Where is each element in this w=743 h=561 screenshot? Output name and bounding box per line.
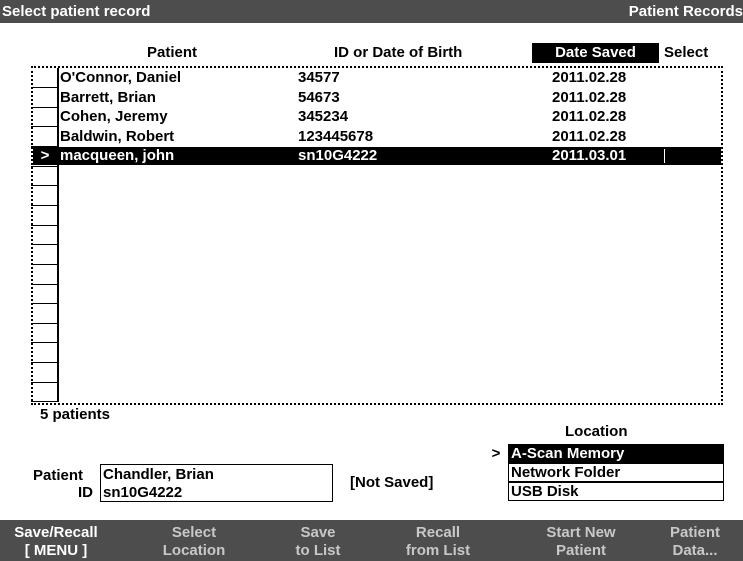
table-row[interactable]: O'Connor, Daniel 34577 2011.02.28 [33, 69, 721, 87]
softkey-label-line1: Start New [546, 524, 616, 541]
screen-title: Select patient record [2, 3, 151, 20]
table-row[interactable]: Barrett, Brian 54673 2011.02.28 [33, 89, 721, 107]
softkey-label-line1: Save/Recall [14, 524, 98, 541]
location-option-label: A-Scan Memory [508, 444, 724, 463]
table-row[interactable]: > macqueen, john sn10G4222 2011.03.01 [33, 147, 721, 166]
softkey-label-line2: Data... [672, 542, 718, 559]
current-patient-id: sn10G4222 [103, 484, 183, 501]
marker-cell [31, 382, 57, 403]
screen-section-title: Patient Records [628, 3, 743, 20]
marker-cell [31, 323, 57, 344]
softkey-3[interactable]: Save to List [273, 524, 363, 560]
location-option-label: Network Folder [508, 463, 724, 482]
softkey-label-line2: Patient [555, 542, 606, 559]
date-saved: 2011.02.28 [552, 127, 627, 145]
column-header-date-saved[interactable]: Date Saved [532, 43, 659, 63]
location-option[interactable]: Network Folder [486, 463, 724, 482]
location-option[interactable]: > A-Scan Memory [486, 444, 724, 463]
current-patient-field[interactable]: Chandler, Brian sn10G4222 [100, 464, 333, 502]
patient-name: Barrett, Brian [60, 88, 156, 106]
patient-id: 54673 [298, 88, 340, 106]
column-header-patient[interactable]: Patient [147, 43, 197, 63]
marker-cell [31, 206, 57, 226]
marker-cell [31, 265, 57, 285]
column-header-id[interactable]: ID or Date of Birth [334, 43, 462, 63]
location-marker: > [491, 445, 501, 462]
patient-id: 123445678 [298, 127, 374, 145]
column-header-select[interactable]: Select [664, 43, 708, 63]
id-field-label: ID [78, 484, 93, 501]
location-marker [486, 482, 506, 501]
patient-field-label: Patient [33, 467, 84, 484]
patient-name: Baldwin, Robert [60, 127, 175, 145]
patient-name: Cohen, Jeremy [60, 108, 168, 126]
date-saved: 2011.02.28 [552, 69, 627, 86]
location-selector[interactable]: > A-Scan Memory Network Folder USB Disk [486, 444, 724, 501]
patient-id: 34577 [298, 69, 340, 86]
softkey-label-line2: [ MENU ] [24, 542, 88, 559]
location-label: Location [565, 423, 628, 440]
marker-cell [31, 304, 57, 324]
softkey-5[interactable]: Start New Patient [521, 524, 641, 560]
date-saved: 2011.02.28 [552, 88, 627, 106]
save-status: [Not Saved] [350, 474, 434, 491]
marker-cell [31, 186, 57, 206]
softkey-label-line1: Patient [669, 524, 720, 541]
marker-cell [31, 245, 57, 265]
softkey-label-line2: to List [295, 542, 341, 559]
marker-cell [31, 166, 57, 187]
softkey-label-line2: Location [162, 542, 226, 559]
softkey-bar: Save/Recall[ MENU ] Select Location Save to … [0, 520, 743, 561]
softkey-2[interactable]: Select Location [139, 524, 249, 560]
row-marker: > [40, 147, 50, 165]
location-marker [486, 463, 506, 482]
softkey-4[interactable]: Recall from List [383, 524, 493, 560]
marker-cell [31, 284, 57, 305]
softkey-1[interactable]: Save/Recall[ MENU ] [2, 524, 110, 560]
patient-id: 345234 [298, 108, 349, 126]
marker-cell [31, 225, 57, 246]
location-option[interactable]: USB Disk [486, 482, 724, 501]
date-saved: 2011.03.01 [552, 147, 627, 165]
select-divider [664, 149, 665, 164]
softkey-label-line2: from List [405, 542, 471, 559]
softkey-label-line1: Recall [415, 524, 461, 541]
table-row[interactable]: Baldwin, Robert 123445678 2011.02.28 [33, 128, 721, 146]
softkey-6[interactable]: Patient Data... [650, 524, 740, 560]
marker-cell [31, 343, 57, 364]
softkey-label-line1: Save [300, 524, 336, 541]
table-row[interactable]: Cohen, Jeremy 345234 2011.02.28 [33, 108, 721, 126]
marker-cell [31, 363, 57, 383]
current-patient-name: Chandler, Brian [103, 466, 214, 483]
patient-name: macqueen, john [60, 147, 175, 165]
title-bar: Select patient record Patient Records [0, 0, 743, 23]
date-saved: 2011.02.28 [552, 108, 627, 126]
location-option-label: USB Disk [508, 482, 724, 501]
patient-id: sn10G4222 [298, 147, 378, 165]
softkey-label-line1: Select [171, 524, 217, 541]
patient-name: O'Connor, Daniel [60, 69, 182, 86]
patient-count: 5 patients [40, 406, 111, 423]
